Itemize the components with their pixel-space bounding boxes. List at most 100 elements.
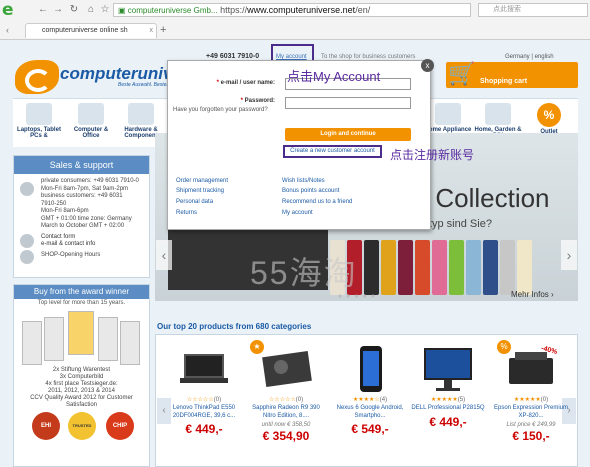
tab-strip: ‹ computeruniverse online sh x + [0, 21, 590, 39]
category-label: Computer & Office [73, 127, 109, 139]
sales-support-title: Sales & support [14, 156, 149, 174]
sale-percent-icon: % [497, 340, 511, 354]
product-name[interactable]: Sapphire Radeon R9 390 Nitro Edition, 8.… [246, 405, 326, 420]
fridge-image [517, 240, 532, 295]
trusted-shops-seal-icon: TRUSTED SHOPS [68, 412, 96, 440]
laptop-icon [26, 103, 52, 125]
back-icon[interactable]: ← [37, 4, 49, 16]
awards-box: Buy from the award winner Top level for … [13, 284, 150, 467]
sales-line: private consumers: +49 6031 7910-0 [41, 178, 139, 184]
garden-icon [485, 103, 511, 125]
returns-link[interactable]: Returns [176, 210, 197, 216]
fridge-image [398, 240, 413, 295]
sales-line: 7910-250 [41, 200, 67, 207]
bookmark-star-icon[interactable]: ☆ [99, 4, 111, 16]
forward-icon[interactable]: → [52, 4, 64, 16]
product-card[interactable]: ★★★★★(0) Epson Expression Premium XP-820… [491, 344, 571, 443]
monitor-product-icon [422, 344, 474, 394]
phone-product-icon [344, 344, 396, 394]
personal-data-link[interactable]: Personal data [176, 199, 213, 205]
shipment-tracking-link[interactable]: Shipment tracking [176, 188, 224, 194]
rating-stars: ★★★★☆(4) [352, 397, 388, 403]
sales-line: GMT + 01:00 time zone: Germany [41, 215, 132, 222]
product-price: € 549,- [351, 422, 389, 436]
fridge-image [483, 240, 498, 295]
rating-stars: ☆☆☆☆☆(0) [186, 397, 222, 403]
product-card[interactable]: ☆☆☆☆☆(0) Sapphire Radeon R9 390 Nitro Ed… [246, 344, 326, 443]
product-card[interactable]: ☆☆☆☆☆(0) Lenovo ThinkPad E550 20DF004RGE… [164, 344, 244, 436]
ehi-seal-icon: EHI [32, 412, 60, 440]
fridge-image [415, 240, 430, 295]
award-medal-icon [44, 317, 64, 361]
language-selector[interactable]: Germany | english [505, 54, 554, 60]
product-card[interactable]: ★★★★☆(4) Nexus 6 Google Android, Smartph… [330, 344, 410, 436]
watermark-logo: 55海淘 [250, 255, 358, 291]
annotation-click-register: 点击注册新账号 [390, 148, 475, 162]
product-name[interactable]: Nexus 6 Google Android, Smartpho... [330, 405, 410, 420]
appliance-icon [435, 103, 461, 125]
create-account-link[interactable]: Create a new customer account [283, 145, 382, 158]
banner-more-info-link[interactable]: Mehr Infos › [511, 290, 554, 299]
order-management-link[interactable]: Order management [176, 178, 228, 184]
sales-line: Mon-Fri 8am-7pm, Sat 9am-2pm [41, 185, 129, 192]
browser-search-input[interactable]: 点此搜索 [478, 3, 588, 17]
award-line: Satisfaction [65, 402, 98, 408]
address-bar[interactable]: ▣ computeruniverse Gmb... https://www.co… [113, 3, 471, 17]
hardware-icon [128, 103, 154, 125]
contact-info-link[interactable]: e-mail & contact info [14, 241, 149, 249]
header-phone: +49 6031 7910-0 [206, 53, 260, 60]
brand-logo-icon[interactable] [15, 60, 59, 94]
new-tab-button[interactable]: + [160, 25, 166, 36]
lock-icon: ▣ [118, 6, 128, 15]
fridge-image [364, 240, 379, 295]
award-medal-icon [98, 317, 118, 361]
top-products-heading: Our top 20 products from 680 categories [157, 322, 312, 331]
overlay-my-account-link[interactable]: My account [282, 210, 313, 216]
product-old-price: List price € 249,99 [506, 422, 556, 428]
wish-lists-link[interactable]: Wish lists/Notes [282, 178, 325, 184]
banner-prev-button[interactable]: ‹ [156, 240, 172, 270]
url-scheme: https:// [220, 5, 248, 15]
secure-identity-label: computeruniverse Gmb... [127, 6, 218, 15]
award-line: 2x Stiftung Warentest [52, 367, 111, 373]
award-medals [14, 311, 149, 367]
sales-line: March to October GMT + 02:00 [41, 223, 125, 229]
gold-medal-icon [68, 311, 94, 355]
opening-hours-link[interactable]: SHOP-Opening Hours [14, 252, 149, 260]
forgot-password-link[interactable]: Have you forgotten your password? [173, 107, 268, 113]
awards-subtitle: Top level for more than 15 years. [37, 300, 126, 306]
recommend-friend-link[interactable]: Recommend us to a friend [282, 199, 352, 205]
banner-next-button[interactable]: › [561, 240, 577, 270]
tab-close-icon[interactable]: x [150, 24, 154, 38]
sidebar-toggle-icon[interactable]: ‹ [6, 25, 9, 35]
clock-icon [20, 249, 34, 264]
product-card[interactable]: ★★★★★(5) DELL Professional P2815Q € 449,… [408, 344, 488, 429]
category-computer-office[interactable]: Computer & Office [66, 100, 116, 149]
product-name[interactable]: Lenovo ThinkPad E550 20DF004RGE, 39,6 c.… [164, 405, 244, 420]
category-laptops[interactable]: Laptops, Tablet PCs & [14, 100, 64, 149]
product-name[interactable]: Epson Expression Premium XP-820... [491, 405, 571, 420]
sales-line: business customers: +49 6031 [41, 193, 123, 199]
product-name[interactable]: DELL Professional P2815Q [408, 405, 488, 413]
home-icon[interactable]: ⌂ [85, 4, 97, 16]
rating-stars: ☆☆☆☆☆(0) [268, 397, 304, 403]
bonus-points-link[interactable]: Bonus points account [282, 188, 339, 194]
laptop-product-icon [178, 344, 230, 394]
product-price: € 150,- [512, 429, 550, 443]
tab-title: computeruniverse online sh [42, 27, 128, 34]
award-line: 4x first place Testsieger.de: [45, 381, 118, 387]
search-placeholder: 点此搜索 [493, 6, 521, 13]
graphics-card-icon [260, 344, 312, 394]
browser-logo-icon[interactable]: e [2, 2, 24, 19]
reload-icon[interactable]: ↻ [68, 4, 80, 16]
browser-tab[interactable]: computeruniverse online sh x [25, 23, 157, 38]
fridge-image [381, 240, 396, 295]
login-button[interactable]: Login and continue [285, 128, 411, 141]
password-field[interactable] [285, 97, 411, 109]
category-label: Laptops, Tablet PCs & [17, 127, 61, 139]
banner-pagination-dots[interactable]: ● ● ● ● ● [338, 293, 376, 300]
product-price: € 354,90 [262, 429, 310, 443]
fridge-image [466, 240, 481, 295]
close-icon[interactable]: x [421, 59, 434, 72]
contact-form-link[interactable]: Contact form [14, 234, 149, 242]
